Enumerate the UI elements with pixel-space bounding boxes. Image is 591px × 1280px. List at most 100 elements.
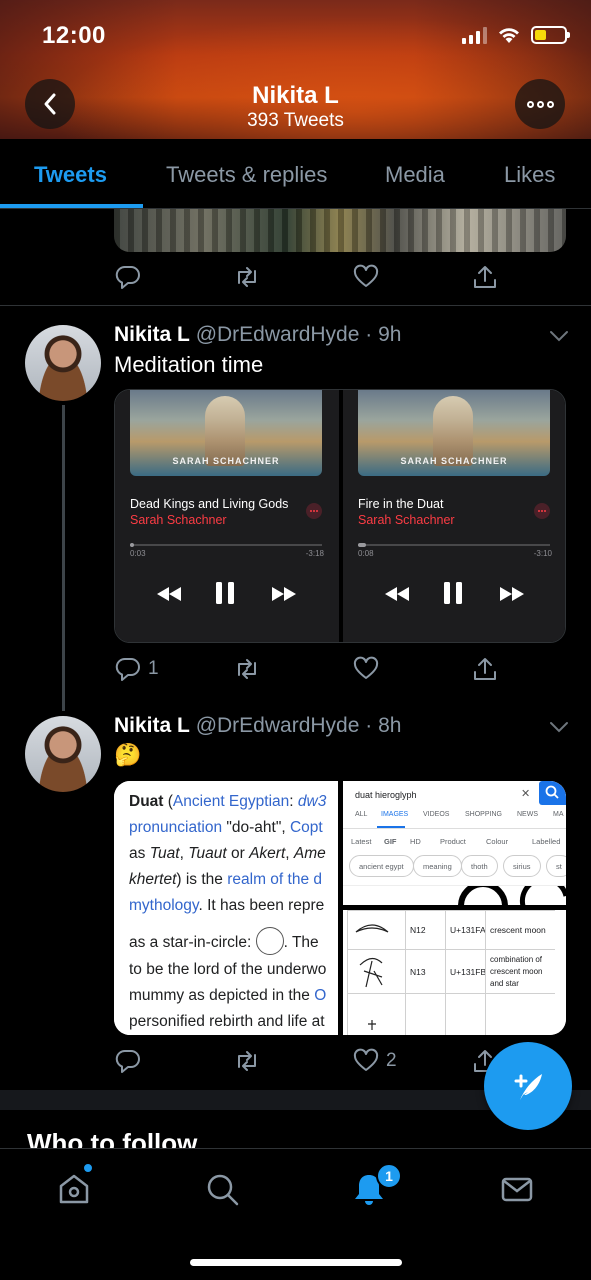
apple-music-embeds: SARAH SCHACHNER Dead Kings and Living Go… bbox=[114, 389, 566, 643]
search-icon[interactable] bbox=[204, 1171, 240, 1207]
progress-bar[interactable] bbox=[358, 543, 550, 547]
status-time: 12:00 bbox=[42, 22, 106, 49]
chevron-down-icon[interactable] bbox=[548, 329, 570, 343]
wiki-text: . It has been repre bbox=[198, 897, 325, 914]
wiki-link: Ancient Egyptian bbox=[172, 793, 290, 810]
wiki-text: mummy as depicted in the bbox=[129, 987, 315, 1004]
wiki-text: or bbox=[226, 845, 250, 862]
wiki-text: as bbox=[129, 845, 150, 862]
wiki-text: "do-aht", bbox=[222, 819, 290, 836]
table-cell: U+131FB bbox=[445, 950, 486, 993]
like-button[interactable] bbox=[352, 263, 380, 291]
rewind-icon[interactable] bbox=[156, 586, 182, 602]
wiki-text: as a star-in-circle: bbox=[129, 934, 256, 952]
signal-icon bbox=[462, 26, 487, 44]
moon-and-star-glyph-icon bbox=[347, 950, 405, 993]
heart-icon bbox=[353, 264, 379, 287]
google-filter: Labelled bbox=[532, 837, 561, 846]
wiki-link: mythology bbox=[129, 897, 199, 914]
compose-tweet-button[interactable] bbox=[484, 1042, 572, 1130]
tweet-handle-time: @DrEdwardHyde · 8h bbox=[195, 714, 402, 737]
music-card[interactable]: SARAH SCHACHNER Fire in the Duat Sarah S… bbox=[343, 390, 565, 642]
reply-icon bbox=[115, 265, 140, 289]
star-in-circle-glyph-icon bbox=[255, 927, 284, 955]
tweet-image-wikipedia[interactable]: Duat (Ancient Egyptian: dw3 pronunciatio… bbox=[114, 781, 338, 1035]
tweet-author-name[interactable]: Nikita L bbox=[114, 714, 190, 737]
share-icon bbox=[474, 658, 496, 680]
google-chip: meaning bbox=[413, 855, 462, 877]
tab-likes[interactable]: Likes bbox=[504, 162, 555, 188]
wiki-link: realm of the d bbox=[227, 871, 322, 888]
progress-bar[interactable] bbox=[130, 543, 322, 547]
more-options-button[interactable] bbox=[515, 79, 565, 129]
reply-icon bbox=[115, 657, 140, 681]
tweet-image-hieroglyph-table[interactable]: N12 U+131FA crescent moon N13 U+131FB co… bbox=[343, 910, 566, 1035]
wiki-text: personified rebirth and life at bbox=[129, 1013, 325, 1030]
retweet-icon bbox=[238, 267, 256, 287]
google-filter: Latest bbox=[351, 837, 372, 846]
home-icon[interactable] bbox=[56, 1171, 92, 1207]
retweet-button[interactable] bbox=[233, 655, 267, 683]
google-chip: thoth bbox=[461, 855, 498, 877]
music-card[interactable]: SARAH SCHACHNER Dead Kings and Living Go… bbox=[115, 390, 339, 642]
google-chips: ancient egypt meaning thoth sirius st bbox=[343, 855, 566, 879]
tweet-image-gallery: Duat (Ancient Egyptian: dw3 pronunciatio… bbox=[114, 781, 566, 1035]
wiki-text: Duat bbox=[129, 793, 164, 810]
album-art-caption: SARAH SCHACHNER bbox=[400, 456, 508, 466]
table-cell bbox=[485, 994, 555, 1035]
wiki-link: Copt bbox=[289, 819, 323, 836]
compose-feather-icon bbox=[514, 1074, 542, 1100]
pause-icon[interactable] bbox=[215, 581, 235, 605]
avatar[interactable] bbox=[25, 325, 101, 401]
share-button[interactable] bbox=[471, 263, 499, 291]
fast-forward-icon[interactable] bbox=[499, 586, 525, 602]
wiki-text: . The bbox=[283, 934, 319, 952]
tab-tweets[interactable]: Tweets bbox=[34, 162, 107, 188]
tweet-header: Nikita L @DrEdwardHyde · 8h bbox=[114, 714, 401, 738]
tweet-image-google-search[interactable]: duat hieroglyph ✕ ALL IMAGES VIDEOS SHOP… bbox=[343, 781, 566, 905]
track-artist[interactable]: Sarah Schachner bbox=[358, 513, 455, 527]
wiki-text: Tuaut bbox=[188, 845, 227, 862]
wiki-text: ( bbox=[163, 793, 173, 810]
track-more-button[interactable] bbox=[306, 503, 322, 519]
wiki-text: : bbox=[289, 793, 298, 810]
fast-forward-icon[interactable] bbox=[271, 586, 297, 602]
like-button[interactable]: 2 bbox=[352, 1047, 397, 1075]
messages-envelope-icon[interactable] bbox=[499, 1171, 535, 1207]
previous-tweet-media[interactable] bbox=[114, 209, 566, 252]
reply-button[interactable] bbox=[114, 1047, 148, 1075]
track-more-button[interactable] bbox=[534, 503, 550, 519]
retweet-button[interactable] bbox=[233, 263, 261, 291]
reply-button[interactable]: 1 bbox=[114, 655, 159, 683]
google-chip: st bbox=[546, 855, 566, 877]
avatar[interactable] bbox=[25, 716, 101, 792]
tab-media[interactable]: Media bbox=[385, 162, 445, 188]
wiki-text: ) is the bbox=[176, 871, 228, 888]
tweet-author-name[interactable]: Nikita L bbox=[114, 323, 190, 346]
track-title: Dead Kings and Living Gods bbox=[130, 497, 289, 511]
previous-tweet-actions bbox=[0, 263, 591, 293]
wiki-text: Akert bbox=[249, 845, 286, 862]
tweet-feed[interactable]: Nikita L @DrEdwardHyde · 9h Meditation t… bbox=[0, 209, 591, 1149]
google-tab: IMAGES bbox=[381, 811, 409, 818]
reply-button[interactable] bbox=[114, 263, 142, 291]
rewind-icon[interactable] bbox=[384, 586, 410, 602]
tab-tweets-and-replies[interactable]: Tweets & replies bbox=[166, 162, 327, 188]
google-tab: NEWS bbox=[517, 811, 538, 818]
google-chip: sirius bbox=[503, 855, 541, 877]
track-artist[interactable]: Sarah Schachner bbox=[130, 513, 227, 527]
wiki-text: , bbox=[179, 845, 189, 862]
wiki-text: to be the lord of the underwo bbox=[129, 961, 327, 978]
retweet-button[interactable] bbox=[233, 1047, 267, 1075]
crescent-moon-glyph-icon bbox=[347, 911, 405, 949]
like-button[interactable] bbox=[352, 655, 386, 683]
share-button[interactable] bbox=[471, 655, 499, 683]
chevron-down-icon[interactable] bbox=[548, 720, 570, 734]
google-filter: HD bbox=[410, 837, 421, 846]
profile-name: Nikita L bbox=[252, 82, 339, 109]
tweet-count: 393 Tweets bbox=[247, 110, 344, 131]
pause-icon[interactable] bbox=[443, 581, 463, 605]
dot-icon bbox=[536, 100, 544, 108]
reply-count: 1 bbox=[148, 658, 159, 679]
notifications-badge: 1 bbox=[376, 1163, 402, 1189]
